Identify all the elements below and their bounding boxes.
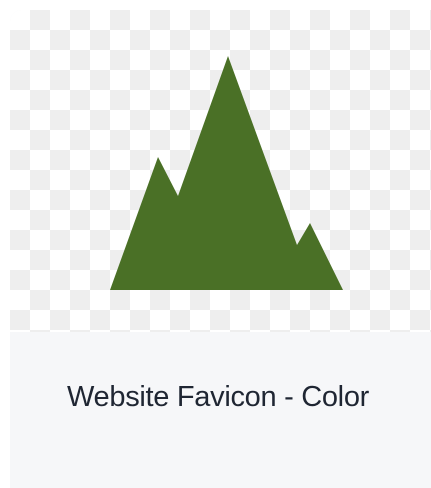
mountain-icon	[110, 56, 343, 290]
asset-thumbnail	[10, 10, 431, 332]
asset-title[interactable]: Website Favicon - Color	[67, 372, 387, 422]
asset-card[interactable]: Website Favicon - Color	[10, 10, 431, 488]
mountain-shape	[110, 56, 343, 290]
